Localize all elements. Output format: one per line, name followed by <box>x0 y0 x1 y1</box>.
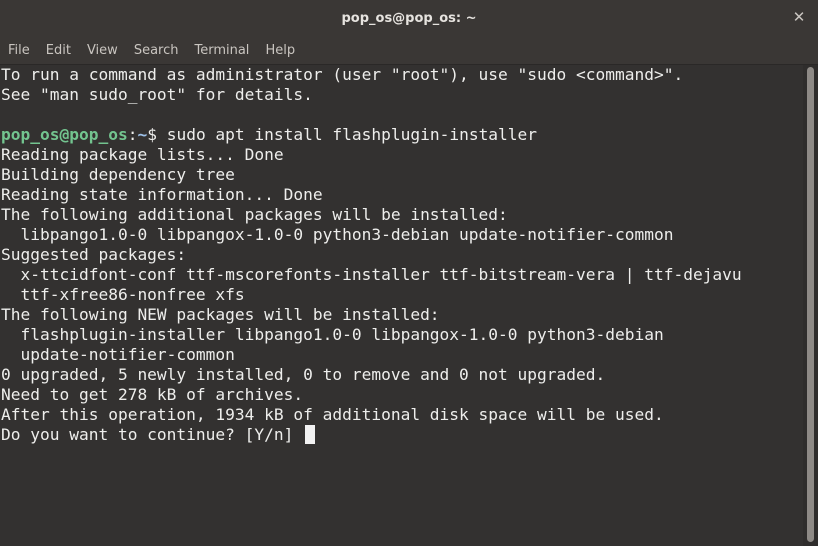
prompt-user: pop_os@pop_os <box>1 125 128 144</box>
output-line: Reading state information... Done <box>1 185 323 204</box>
title-bar[interactable]: pop_os@pop_os: ~ ✕ <box>0 0 818 36</box>
menu-search[interactable]: Search <box>126 43 187 58</box>
output-line: To run a command as administrator (user … <box>1 65 684 84</box>
menu-edit[interactable]: Edit <box>38 43 79 58</box>
scrollbar-thumb[interactable] <box>807 67 814 542</box>
output-line: flashplugin-installer libpango1.0-0 libp… <box>1 325 664 344</box>
output-line: ttf-xfree86-nonfree xfs <box>1 285 245 304</box>
output-line: update-notifier-common <box>1 345 235 364</box>
command-text: sudo apt install flashplugin-installer <box>166 125 538 144</box>
output-line: Building dependency tree <box>1 165 235 184</box>
output-line: x-ttcidfont-conf ttf-mscorefonts-install… <box>1 265 742 284</box>
output-line: Reading package lists... Done <box>1 145 284 164</box>
window-title: pop_os@pop_os: ~ <box>341 10 477 26</box>
terminal-output[interactable]: To run a command as administrator (user … <box>0 65 802 546</box>
prompt-line: pop_os@pop_os:~$ sudo apt install flashp… <box>1 125 802 145</box>
menu-file[interactable]: File <box>0 43 38 58</box>
output-line: Suggested packages: <box>1 245 187 264</box>
menu-view[interactable]: View <box>79 43 126 58</box>
output-line: See "man sudo_root" for details. <box>1 85 313 104</box>
prompt-symbol: $ <box>147 125 167 144</box>
prompt-path: ~ <box>137 125 148 144</box>
output-line: Need to get 278 kB of archives. <box>1 385 304 404</box>
menu-bar: File Edit View Search Terminal Help <box>0 36 818 65</box>
output-line: After this operation, 1934 kB of additio… <box>1 405 664 424</box>
text-cursor[interactable] <box>305 425 316 444</box>
confirm-question: Do you want to continue? [Y/n] <box>1 425 304 444</box>
output-line: libpango1.0-0 libpangox-1.0-0 python3-de… <box>1 225 674 244</box>
scrollbar[interactable] <box>803 65 818 546</box>
question-line: Do you want to continue? [Y/n] <box>1 425 802 445</box>
menu-terminal[interactable]: Terminal <box>186 43 257 58</box>
output-line: The following NEW packages will be insta… <box>1 305 440 324</box>
close-icon[interactable]: ✕ <box>790 8 808 26</box>
output-line: 0 upgraded, 5 newly installed, 0 to remo… <box>1 365 606 384</box>
menu-help[interactable]: Help <box>257 43 303 58</box>
output-line: The following additional packages will b… <box>1 205 508 224</box>
prompt-separator: : <box>127 125 138 144</box>
terminal-window: pop_os@pop_os: ~ ✕ File Edit View Search… <box>0 0 818 546</box>
